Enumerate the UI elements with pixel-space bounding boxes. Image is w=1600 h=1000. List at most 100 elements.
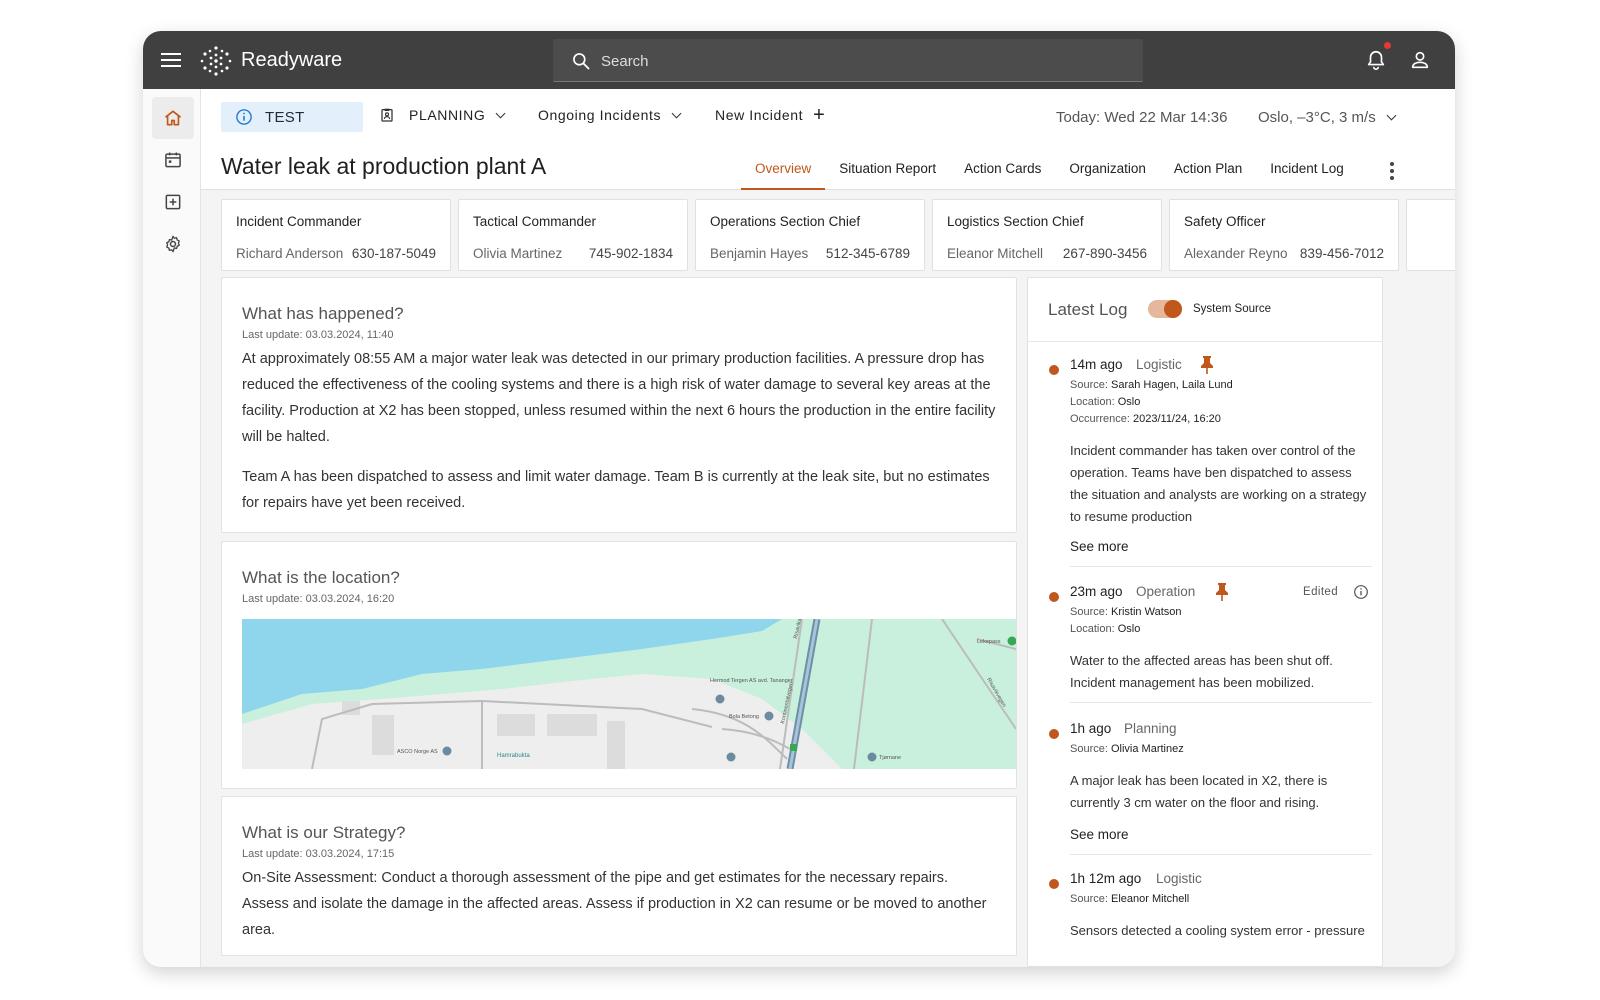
log-title: Latest Log xyxy=(1048,300,1128,319)
weather-dropdown[interactable]: Oslo, –3°C, 3 m/s xyxy=(1258,109,1397,126)
role-card[interactable]: Operations Section Chief Benjamin Hayes … xyxy=(695,199,925,271)
log-category: Logistic xyxy=(1156,871,1202,886)
tab-incident-log[interactable]: Incident Log xyxy=(1256,151,1358,190)
role-phone: 267-890-3456 xyxy=(1062,246,1147,261)
calendar-icon xyxy=(165,152,181,168)
see-more-link[interactable]: See more xyxy=(1070,827,1129,842)
new-incident-button[interactable]: New Incident + xyxy=(715,105,825,125)
sidebar xyxy=(143,89,201,967)
role-card[interactable]: Incident Commander Richard Anderson 630-… xyxy=(221,199,451,271)
map-label: ASCO Norge AS xyxy=(397,749,438,755)
search-input[interactable] xyxy=(601,47,1121,75)
status-dot xyxy=(1049,879,1059,889)
log-time: 1h 12m ago xyxy=(1070,871,1142,886)
happened-card: What has happened? Last update: 03.03.20… xyxy=(221,277,1017,533)
divider xyxy=(1028,341,1382,342)
role-name: Eleanor Mitchell xyxy=(947,246,1044,261)
user-icon[interactable] xyxy=(1409,49,1431,71)
role-card[interactable]: Logistics Section Chief Eleanor Mitchell… xyxy=(932,199,1162,271)
role-title: Operations Section Chief xyxy=(710,214,861,229)
system-source-toggle[interactable] xyxy=(1148,300,1182,318)
sidebar-item-add[interactable] xyxy=(152,181,194,223)
role-name: Richard Anderson xyxy=(236,246,344,261)
role-name: Olivia Martinez xyxy=(473,246,563,261)
role-card-partial[interactable] xyxy=(1406,199,1455,271)
map-label: Lekepass xyxy=(977,639,1001,645)
log-location: Location: Oslo xyxy=(1070,623,1141,635)
incident-header: TEST PLANNING Ongoing Incidents New Inci… xyxy=(201,89,1455,190)
log-source: Source: Kristin Watson xyxy=(1070,606,1182,618)
log-text: Water to the affected areas has been shu… xyxy=(1070,653,1333,690)
log-time: 14m ago xyxy=(1070,357,1123,372)
log-location: Location: Oslo xyxy=(1070,396,1141,408)
bell-icon[interactable] xyxy=(1365,49,1387,71)
test-badge[interactable]: TEST xyxy=(221,102,363,132)
role-title: Tactical Commander xyxy=(473,214,597,229)
role-phone: 630-187-5049 xyxy=(351,246,436,261)
chevron-down-icon xyxy=(671,108,682,118)
clipboard-icon xyxy=(381,108,393,122)
role-phone: 745-902-1834 xyxy=(588,246,673,261)
log-category: Operation xyxy=(1136,584,1196,599)
role-name: Benjamin Hayes xyxy=(710,246,809,261)
planning-dropdown[interactable]: PLANNING xyxy=(379,107,506,123)
tab-situation-report[interactable]: Situation Report xyxy=(825,151,950,190)
tab-overview[interactable]: Overview xyxy=(741,151,826,190)
log-source: Source: Olivia Martinez xyxy=(1070,743,1184,755)
test-badge-label: TEST xyxy=(265,108,305,126)
page-title: Water leak at production plant A xyxy=(221,153,547,179)
search-bar[interactable] xyxy=(553,39,1143,82)
brand-name: Readyware xyxy=(241,49,343,71)
menu-icon[interactable] xyxy=(161,49,181,71)
sidebar-item-calendar[interactable] xyxy=(152,139,194,181)
readyware-logo-icon xyxy=(200,46,232,76)
status-dot xyxy=(1049,729,1059,739)
chevron-down-icon xyxy=(495,108,506,118)
home-icon xyxy=(164,110,182,126)
weather-label: Oslo, –3°C, 3 m/s xyxy=(1258,109,1376,126)
role-phone: 839-456-7012 xyxy=(1299,246,1384,261)
chevron-down-icon xyxy=(1386,110,1397,121)
planning-label: PLANNING xyxy=(409,107,486,123)
log-occurrence: Occurrence: 2023/11/24, 16:20 xyxy=(1070,413,1221,425)
ongoing-incidents-dropdown[interactable]: Ongoing Incidents xyxy=(538,107,682,123)
more-options-icon[interactable] xyxy=(1390,162,1394,180)
role-card[interactable]: Safety Officer Alexander Reyno 839-456-7… xyxy=(1169,199,1399,271)
happened-body: At approximately 08:55 AM a major water … xyxy=(242,346,996,530)
status-dot xyxy=(1049,365,1059,375)
app-window: Readyware Search TEST PLANNING Ongoing I… xyxy=(143,31,1455,967)
role-cards: Incident Commander Richard Anderson 630-… xyxy=(221,199,1455,271)
role-card[interactable]: Tactical Commander Olivia Martinez 745-9… xyxy=(458,199,688,271)
edited-label: Edited xyxy=(1303,586,1339,598)
latest-log-panel: Latest Log System Source 14m ago Logisti… xyxy=(1027,277,1383,967)
happened-paragraph: Team A has been dispatched to assess and… xyxy=(242,469,990,511)
status-dot xyxy=(1049,592,1059,602)
info-icon[interactable] xyxy=(1353,584,1369,600)
tab-organization[interactable]: Organization xyxy=(1055,151,1160,190)
sidebar-item-home[interactable] xyxy=(152,97,194,139)
pin-icon[interactable] xyxy=(1215,582,1229,602)
happened-paragraph: At approximately 08:55 AM a major water … xyxy=(242,351,996,445)
strategy-card: What is our Strategy? Last update: 03.03… xyxy=(221,796,1017,956)
location-map[interactable]: Hermod Tergen AS avd. Tananger Bola Beto… xyxy=(242,619,1016,769)
divider xyxy=(1070,566,1372,567)
log-text: Sensors detected a cooling system error … xyxy=(1070,923,1365,938)
pin-icon[interactable] xyxy=(1200,355,1214,375)
top-bar: Readyware xyxy=(143,31,1455,89)
notification-dot xyxy=(1384,42,1391,49)
log-source: Source: Sarah Hagen, Laila Lund xyxy=(1070,379,1233,391)
divider xyxy=(1070,702,1372,703)
see-more-link[interactable]: See more xyxy=(1070,539,1129,554)
divider xyxy=(1070,854,1372,855)
tab-action-cards[interactable]: Action Cards xyxy=(950,151,1055,190)
map-label: Tjørnane xyxy=(879,755,901,761)
incident-tabs: Overview Situation Report Action Cards O… xyxy=(741,151,1358,190)
log-source: Source: Eleanor Mitchell xyxy=(1070,893,1190,905)
map-label: Hermod Tergen AS avd. Tananger xyxy=(710,678,793,684)
sidebar-item-settings[interactable] xyxy=(152,223,194,265)
tab-action-plan[interactable]: Action Plan xyxy=(1160,151,1256,190)
current-date: Today: Wed 22 Mar 14:36 xyxy=(1056,109,1228,126)
add-box-icon xyxy=(165,194,181,210)
role-name: Alexander Reyno xyxy=(1184,246,1288,261)
new-incident-label: New Incident xyxy=(715,107,804,123)
